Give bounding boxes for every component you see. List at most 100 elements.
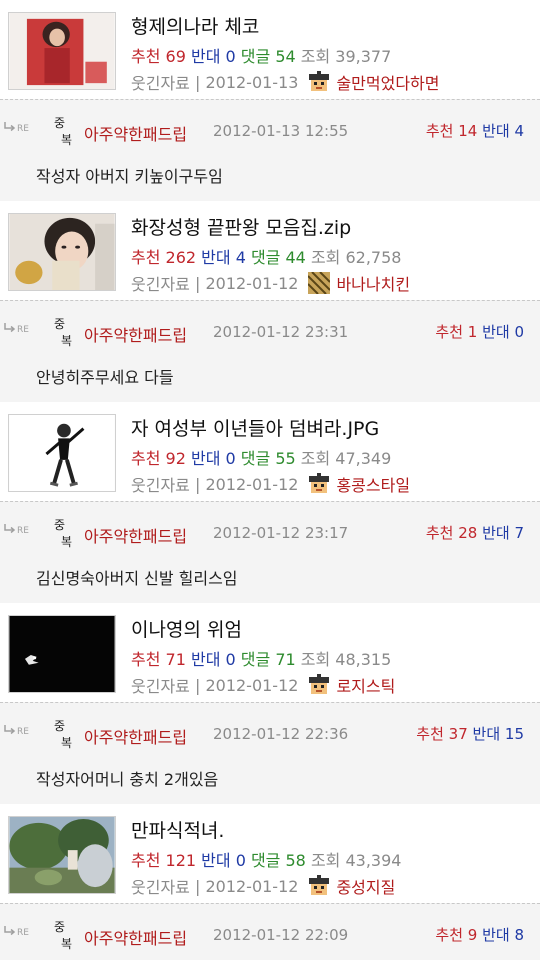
- comment-author[interactable]: 아주약한패드립: [84, 925, 187, 949]
- comment-oppose-label: 반대: [482, 524, 515, 542]
- level-icon-striped: [308, 272, 331, 294]
- comment-author[interactable]: 아주약한패드립: [84, 724, 187, 748]
- post-meta: 웃긴자료 | 2012-01-12 로지스틱: [131, 673, 395, 697]
- photo-thumbnail-red[interactable]: [8, 12, 116, 90]
- comment-recommend-count: 28: [458, 524, 483, 542]
- comment-votes: 추천 37 반대 15: [416, 723, 524, 744]
- best-comment[interactable]: RE 중 복 아주약한패드립 2012-01-13 12:55 추천 14 반대…: [0, 99, 540, 201]
- reply-arrow-icon: RE: [4, 322, 36, 337]
- views-count: 48,315: [335, 650, 392, 669]
- author-name[interactable]: 술만먹었다하면: [336, 70, 439, 94]
- oppose-label: 반대: [201, 248, 236, 267]
- comment-recommend-label: 추천: [416, 725, 449, 743]
- category-label: 웃긴자료: [131, 74, 190, 93]
- comment-datetime: 2012-01-13 12:55: [213, 122, 349, 140]
- comment-author[interactable]: 아주약한패드립: [84, 322, 187, 346]
- level-icon-cap: [308, 473, 330, 495]
- author-name[interactable]: 바나나치킨: [336, 271, 410, 295]
- post-item[interactable]: 이나영의 위엄 추천 71 반대 0 댓글 71 조회 48,315 웃긴자료 …: [0, 603, 540, 702]
- reply-arrow-icon: RE: [4, 724, 36, 739]
- photo-thumbnail-garden[interactable]: [8, 816, 116, 894]
- reply-arrow-icon: RE: [4, 925, 36, 940]
- category-label: 웃긴자료: [131, 275, 190, 294]
- comments-label: 댓글: [240, 449, 276, 468]
- comment-recommend-label: 추천: [435, 323, 468, 341]
- svg-text:RE: RE: [17, 124, 29, 133]
- post-title[interactable]: 만파식적녀.: [131, 816, 224, 843]
- author-name[interactable]: 홍콩스타일: [336, 472, 410, 496]
- comments-label: 댓글: [250, 248, 286, 267]
- recommend-count: 121: [165, 851, 202, 870]
- post-stats: 추천 121 반대 0 댓글 58 조회 43,394: [131, 847, 401, 871]
- photo-thumbnail-face[interactable]: [8, 213, 116, 291]
- views-count: 62,758: [345, 248, 402, 267]
- post-date: 2012-01-12: [205, 273, 299, 293]
- author-name[interactable]: 로지스틱: [336, 673, 395, 697]
- views-label: 조회: [300, 47, 336, 66]
- best-comment[interactable]: RE 중 복 아주약한패드립 2012-01-12 23:31 추천 1 반대 …: [0, 300, 540, 402]
- svg-text:RE: RE: [17, 526, 29, 535]
- comments-count: 58: [285, 851, 311, 870]
- post-stats: 추천 69 반대 0 댓글 54 조회 39,377: [131, 43, 391, 67]
- recommend-count: 69: [165, 47, 191, 66]
- recommend-count: 71: [165, 650, 191, 669]
- views-count: 47,349: [335, 449, 392, 468]
- photo-thumbnail-dark[interactable]: [8, 615, 116, 693]
- category-label: 웃긴자료: [131, 677, 190, 696]
- best-comment[interactable]: RE 중 복 아주약한패드립 2012-01-12 22:09 추천 9 반대 …: [0, 903, 540, 960]
- recommend-label: 추천: [131, 650, 166, 669]
- oppose-count: 0: [225, 650, 241, 669]
- duplicate-badge-icon: 중 복: [54, 518, 73, 549]
- comment-author[interactable]: 아주약한패드립: [84, 523, 187, 547]
- recommend-count: 262: [165, 248, 202, 267]
- author-name[interactable]: 중성지질: [336, 874, 395, 898]
- views-label: 조회: [310, 851, 346, 870]
- best-comment[interactable]: RE 중 복 아주약한패드립 2012-01-12 22:36 추천 37 반대…: [0, 702, 540, 804]
- separator: |: [189, 72, 206, 92]
- post-title[interactable]: 형제의나라 체코: [131, 12, 259, 39]
- views-label: 조회: [310, 248, 346, 267]
- oppose-count: 0: [225, 449, 241, 468]
- comment-datetime: 2012-01-12 23:31: [213, 323, 349, 341]
- comment-text: 김신명숙아버지 신발 힐리스임: [36, 569, 238, 588]
- separator: |: [189, 474, 206, 494]
- comment-text: 작성자어머니 충치 2개있음: [36, 770, 219, 789]
- oppose-count: 4: [235, 248, 251, 267]
- separator: |: [189, 876, 206, 896]
- post-meta: 웃긴자료 | 2012-01-12 중성지질: [131, 874, 395, 898]
- recommend-label: 추천: [131, 248, 166, 267]
- post-item[interactable]: 화장성형 끝판왕 모음집.zip 추천 262 반대 4 댓글 44 조회 62…: [0, 201, 540, 300]
- post-title[interactable]: 이나영의 위엄: [131, 615, 242, 642]
- photo-thumbnail-figure[interactable]: [8, 414, 116, 492]
- level-icon-cap: [308, 674, 330, 696]
- post-stats: 추천 71 반대 0 댓글 71 조회 48,315: [131, 646, 391, 670]
- post-item[interactable]: 만파식적녀. 추천 121 반대 0 댓글 58 조회 43,394 웃긴자료 …: [0, 804, 540, 903]
- best-comment[interactable]: RE 중 복 아주약한패드립 2012-01-12 23:17 추천 28 반대…: [0, 501, 540, 603]
- post-item[interactable]: 형제의나라 체코 추천 69 반대 0 댓글 54 조회 39,377 웃긴자료…: [0, 0, 540, 99]
- oppose-label: 반대: [190, 47, 226, 66]
- comment-oppose-count: 7: [514, 524, 524, 542]
- comment-author[interactable]: 아주약한패드립: [84, 121, 187, 145]
- post-date: 2012-01-12: [205, 474, 299, 494]
- post-meta: 웃긴자료 | 2012-01-12 바나나치킨: [131, 271, 410, 295]
- post-title[interactable]: 자 여성부 이년들아 덤벼라.JPG: [131, 414, 379, 441]
- post-meta: 웃긴자료 | 2012-01-12 홍콩스타일: [131, 472, 410, 496]
- comment-votes: 추천 1 반대 0: [435, 321, 524, 342]
- comment-recommend-count: 14: [458, 122, 483, 140]
- comment-recommend-label: 추천: [435, 926, 468, 944]
- views-label: 조회: [300, 650, 336, 669]
- comment-text: 작성자 아버지 키높이구두임: [36, 167, 223, 186]
- post-title[interactable]: 화장성형 끝판왕 모음집.zip: [131, 213, 351, 240]
- duplicate-badge-icon: 중 복: [54, 116, 73, 147]
- comment-votes: 추천 14 반대 4: [426, 120, 524, 141]
- post-stats: 추천 92 반대 0 댓글 55 조회 47,349: [131, 445, 391, 469]
- category-label: 웃긴자료: [131, 476, 190, 495]
- comment-votes: 추천 9 반대 8: [435, 924, 524, 945]
- comment-recommend-count: 9: [467, 926, 483, 944]
- recommend-label: 추천: [131, 47, 166, 66]
- comments-count: 55: [275, 449, 301, 468]
- post-item[interactable]: 자 여성부 이년들아 덤벼라.JPG 추천 92 반대 0 댓글 55 조회 4…: [0, 402, 540, 501]
- post-date: 2012-01-13: [205, 72, 299, 92]
- views-label: 조회: [300, 449, 336, 468]
- comment-votes: 추천 28 반대 7: [426, 522, 524, 543]
